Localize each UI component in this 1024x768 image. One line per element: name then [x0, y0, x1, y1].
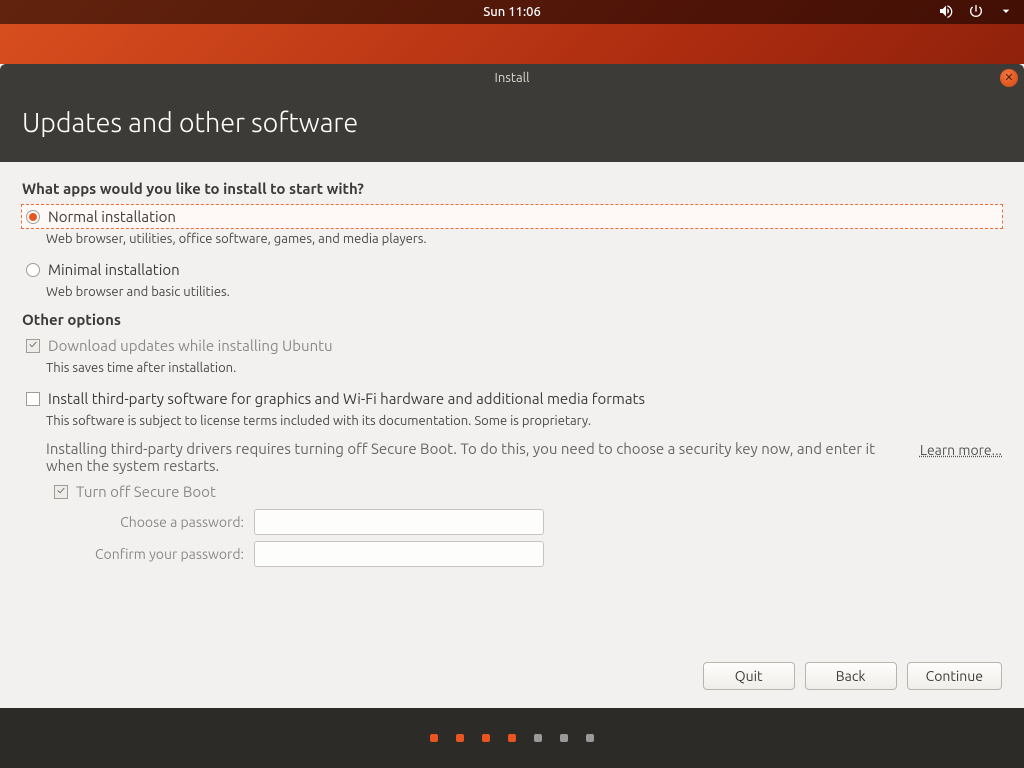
installer-window: Install ✕ Updates and other software Wha… — [0, 64, 1024, 768]
system-menubar: Sun 11:06 — [0, 0, 1024, 24]
page-title: Updates and other software — [22, 108, 1002, 138]
minimal-installation-desc: Web browser and basic utilities. — [46, 285, 1002, 299]
radio-icon — [26, 210, 40, 224]
progress-dot — [482, 734, 490, 742]
learn-more-link[interactable]: Learn more... — [920, 440, 1002, 458]
secureboot-block: Turn off Secure Boot Choose a password: … — [50, 480, 1002, 567]
checkbox-label: Install third-party software for graphic… — [48, 390, 645, 407]
radio-icon — [26, 263, 40, 277]
progress-dot — [560, 734, 568, 742]
apps-heading: What apps would you like to install to s… — [22, 180, 1002, 197]
radio-minimal-installation[interactable]: Minimal installation — [22, 258, 1002, 281]
confirm-password-input[interactable] — [254, 541, 544, 567]
power-icon[interactable] — [968, 3, 984, 22]
progress-dot — [456, 734, 464, 742]
footer-buttons: Quit Back Continue — [0, 640, 1024, 708]
download-updates-desc: This saves time after installation. — [46, 361, 1002, 375]
progress-dot — [430, 734, 438, 742]
choose-password-row: Choose a password: — [74, 509, 1002, 535]
clock: Sun 11:06 — [483, 5, 541, 19]
session-menu-chevron-icon[interactable] — [998, 3, 1014, 22]
checkbox-icon — [54, 485, 68, 499]
progress-dot — [534, 734, 542, 742]
page-header: Updates and other software — [0, 92, 1024, 162]
other-options-heading: Other options — [22, 311, 1002, 328]
radio-label: Minimal installation — [48, 261, 180, 278]
progress-dot — [508, 734, 516, 742]
choose-password-label: Choose a password: — [74, 514, 244, 530]
window-titlebar: Install ✕ — [0, 64, 1024, 92]
confirm-password-label: Confirm your password: — [74, 546, 244, 562]
checkbox-icon — [26, 339, 40, 353]
page-content: What apps would you like to install to s… — [0, 162, 1024, 640]
normal-installation-desc: Web browser, utilities, office software,… — [46, 232, 1002, 246]
volume-icon[interactable] — [938, 3, 954, 22]
checkbox-download-updates[interactable]: Download updates while installing Ubuntu — [22, 334, 1002, 357]
progress-dot — [586, 734, 594, 742]
progress-dots — [0, 708, 1024, 768]
window-title: Install — [495, 71, 530, 85]
back-button[interactable]: Back — [805, 662, 897, 690]
continue-button[interactable]: Continue — [907, 662, 1002, 690]
secureboot-note-text: Installing third-party drivers requires … — [46, 440, 902, 474]
quit-button[interactable]: Quit — [703, 662, 795, 690]
checkbox-label: Download updates while installing Ubuntu — [48, 337, 333, 354]
system-indicators — [938, 3, 1014, 22]
thirdparty-desc: This software is subject to license term… — [46, 414, 1002, 428]
checkbox-label: Turn off Secure Boot — [76, 483, 216, 500]
close-icon[interactable]: ✕ — [1000, 69, 1018, 87]
radio-normal-installation[interactable]: Normal installation — [22, 205, 1002, 228]
checkbox-thirdparty[interactable]: Install third-party software for graphic… — [22, 387, 1002, 410]
confirm-password-row: Confirm your password: — [74, 541, 1002, 567]
radio-label: Normal installation — [48, 208, 176, 225]
secureboot-note: Installing third-party drivers requires … — [46, 440, 1002, 474]
checkbox-turnoff-secureboot[interactable]: Turn off Secure Boot — [50, 480, 1002, 503]
choose-password-input[interactable] — [254, 509, 544, 535]
checkbox-icon — [26, 392, 40, 406]
